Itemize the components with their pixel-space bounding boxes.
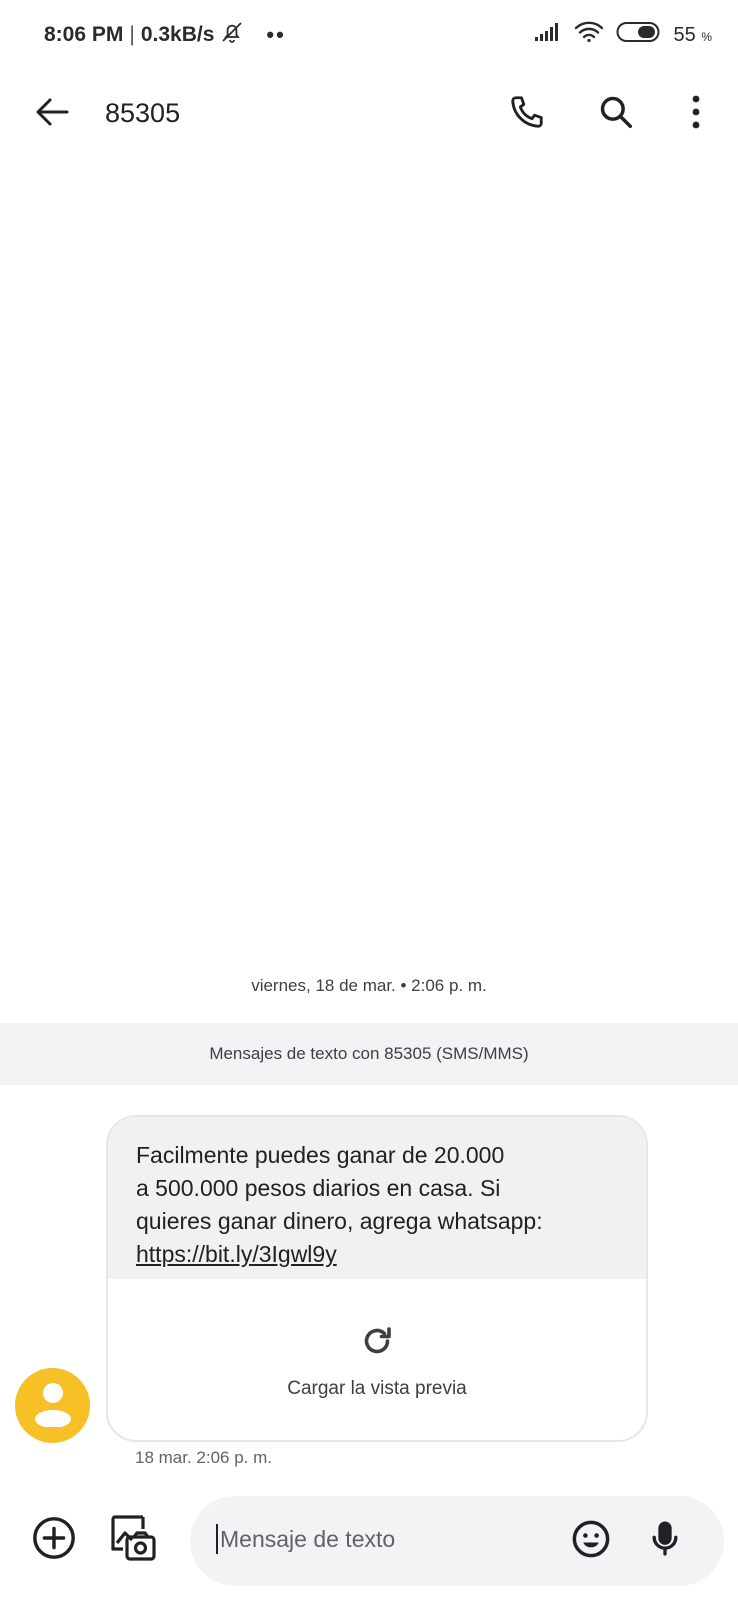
message-timestamp: 18 mar. 2:06 p. m.: [135, 1448, 273, 1467]
add-circle-icon: [31, 1515, 77, 1566]
status-time: 8:06 PM: [44, 23, 124, 46]
date-separator: viernes, 18 de mar. • 2:06 p. m.: [251, 976, 487, 995]
gallery-button[interactable]: [108, 1514, 158, 1566]
bell-off-icon: [220, 20, 244, 50]
refresh-icon: [359, 1323, 395, 1364]
emoji-icon: [570, 1518, 612, 1565]
load-preview-label: Cargar la vista previa: [287, 1378, 467, 1399]
message-line: quieres ganar dinero, agrega whatsapp:: [136, 1208, 543, 1234]
status-left: 8:06 PM | 0.3kB/s ••: [44, 19, 286, 51]
call-button[interactable]: [505, 92, 549, 136]
battery-level: 55 %: [673, 23, 712, 46]
wifi-icon: [574, 21, 604, 49]
voice-input-button[interactable]: [642, 1518, 688, 1564]
gallery-camera-icon: [109, 1513, 157, 1568]
avatar[interactable]: [15, 1368, 90, 1443]
emoji-button[interactable]: [568, 1518, 614, 1564]
message-compose-bar[interactable]: Mensaje de texto: [190, 1496, 724, 1586]
mic-icon: [645, 1518, 685, 1565]
status-separator: |: [129, 23, 135, 46]
notification-dots: ••: [266, 22, 286, 47]
app-bar: 85305: [0, 70, 738, 160]
back-arrow-icon: [35, 97, 69, 132]
message-text: Facilmente puedes ganar de 20.000 a 500.…: [108, 1117, 646, 1279]
network-speed: 0.3kB/s: [140, 23, 215, 46]
battery-icon: [616, 21, 662, 49]
message-bubble[interactable]: Facilmente puedes ganar de 20.000 a 500.…: [106, 1115, 648, 1442]
sms-info-banner: Mensajes de texto con 85305 (SMS/MMS): [0, 1023, 738, 1085]
more-options-button[interactable]: [674, 92, 718, 136]
status-bar: 8:06 PM | 0.3kB/s •• 55 %: [0, 0, 738, 70]
message-input[interactable]: Mensaje de texto: [216, 1524, 395, 1554]
person-icon: [31, 1379, 75, 1432]
sms-banner-text: Mensajes de texto con 85305 (SMS/MMS): [209, 1044, 529, 1063]
phone-icon: [508, 93, 546, 136]
more-vert-icon: [690, 94, 702, 135]
search-icon: [597, 93, 635, 136]
status-right: 55 %: [534, 19, 712, 51]
signal-icon: [534, 22, 562, 48]
link-preview-loader[interactable]: Cargar la vista previa: [108, 1279, 646, 1440]
message-line: Facilmente puedes ganar de 20.000: [136, 1142, 505, 1168]
add-attachment-button[interactable]: [30, 1516, 78, 1564]
conversation-title: 85305: [105, 98, 181, 128]
messages-screen: 8:06 PM | 0.3kB/s •• 55 % 85305 viernes,…: [0, 0, 738, 1600]
back-button[interactable]: [30, 92, 74, 136]
message-line: a 500.000 pesos diarios en casa. Si: [136, 1175, 501, 1201]
search-button[interactable]: [594, 92, 638, 136]
message-link[interactable]: https://bit.ly/3Igwl9y: [136, 1238, 337, 1271]
